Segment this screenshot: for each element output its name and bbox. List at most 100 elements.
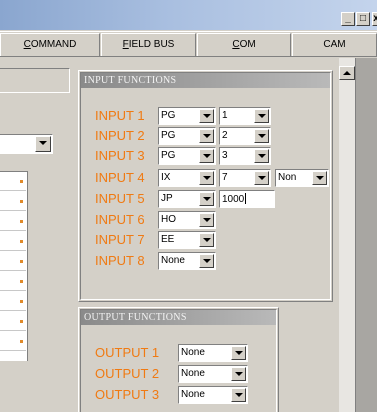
group-title: OUTPUT FUNCTIONS (81, 310, 276, 325)
marker-icon (20, 340, 23, 343)
input-2-function-select[interactable]: PG (158, 127, 216, 145)
list-item[interactable] (0, 272, 26, 291)
list-item[interactable] (0, 192, 26, 211)
input-7-function-select[interactable]: EE (158, 231, 216, 249)
select-value: 3 (222, 150, 228, 161)
field-text: 1000 (222, 194, 245, 205)
list-item[interactable] (0, 212, 26, 231)
chevron-down-icon[interactable] (199, 149, 214, 163)
group-title: INPUT FUNCTIONS (81, 73, 330, 88)
chevron-down-icon[interactable] (254, 109, 269, 123)
chevron-down-icon[interactable] (231, 388, 246, 402)
list-item[interactable] (0, 172, 26, 191)
maximize-icon: □ (359, 13, 367, 24)
marker-icon (20, 200, 23, 203)
select-value: None (161, 255, 185, 266)
input-5-value-field[interactable]: 1000 (219, 190, 275, 208)
tab-accel: C (232, 39, 240, 50)
input-8-function-select[interactable]: None (158, 252, 216, 270)
list-item[interactable] (0, 332, 26, 351)
chevron-down-icon[interactable] (254, 129, 269, 143)
output-3-function-select[interactable]: None (178, 386, 248, 404)
close-icon: x (373, 13, 377, 24)
input-6-label: INPUT 6 (95, 212, 145, 227)
chevron-down-icon[interactable] (254, 171, 269, 185)
right-background (356, 58, 377, 412)
field-value: 1000 (222, 193, 247, 206)
input-3-function-select[interactable]: PG (158, 147, 216, 165)
left-dropdown[interactable] (0, 134, 53, 154)
output-2-function-select[interactable]: None (178, 365, 248, 383)
chevron-down-icon[interactable] (199, 129, 214, 143)
input-4-extra-select[interactable]: Non (275, 169, 329, 187)
output-3-label: OUTPUT 3 (95, 387, 160, 402)
chevron-down-icon[interactable] (199, 192, 214, 206)
marker-icon (20, 180, 23, 183)
chevron-down-icon[interactable] (199, 233, 214, 247)
left-header-box (0, 68, 70, 93)
tab-strip: COMMAND FIELD BUS COM CAM (0, 31, 377, 57)
minimize-button[interactable]: _ (341, 12, 355, 26)
chevron-down-icon[interactable] (199, 213, 214, 227)
input-7-label: INPUT 7 (95, 232, 145, 247)
input-2-param-select[interactable]: 2 (219, 127, 271, 145)
scroll-up-icon[interactable] (339, 66, 355, 80)
output-1-label: OUTPUT 1 (95, 345, 160, 360)
input-3-label: INPUT 3 (95, 148, 145, 163)
select-value: PG (161, 110, 176, 121)
input-4-param-select[interactable]: 7 (219, 169, 271, 187)
select-value: 7 (222, 172, 228, 183)
marker-icon (20, 220, 23, 223)
input-5-function-select[interactable]: JP (158, 190, 216, 208)
chevron-down-icon[interactable] (35, 136, 51, 152)
select-value: Non (278, 172, 297, 183)
marker-icon (20, 300, 23, 303)
tab-command[interactable]: COMMAND (0, 33, 100, 56)
marker-icon (20, 320, 23, 323)
tab-com[interactable]: COM (197, 33, 291, 56)
chevron-down-icon[interactable] (231, 346, 246, 360)
list-item[interactable] (0, 252, 26, 271)
select-value: HO (161, 214, 176, 225)
chevron-down-icon[interactable] (199, 254, 214, 268)
left-list (0, 171, 28, 361)
maximize-button[interactable]: □ (356, 12, 370, 26)
list-item[interactable] (0, 232, 26, 251)
chevron-down-icon[interactable] (231, 367, 246, 381)
tab-field-bus[interactable]: FIELD BUS (101, 33, 196, 56)
tab-label: OMMAND (30, 39, 77, 50)
input-8-label: INPUT 8 (95, 253, 145, 268)
window-title-bar: _ □ x (0, 0, 377, 30)
input-4-label: INPUT 4 (95, 170, 145, 185)
select-value: None (181, 389, 205, 400)
input-1-function-select[interactable]: PG (158, 107, 216, 125)
marker-icon (20, 260, 23, 263)
select-value: JP (161, 193, 173, 204)
chevron-down-icon[interactable] (199, 171, 214, 185)
list-item[interactable] (0, 312, 26, 331)
chevron-down-icon[interactable] (199, 109, 214, 123)
chevron-down-icon[interactable] (254, 149, 269, 163)
marker-icon (20, 280, 23, 283)
input-1-param-select[interactable]: 1 (219, 107, 271, 125)
output-1-function-select[interactable]: None (178, 344, 248, 362)
input-6-function-select[interactable]: HO (158, 211, 216, 229)
chevron-down-icon[interactable] (312, 171, 327, 185)
tab-cam[interactable]: CAM (292, 33, 377, 56)
close-button[interactable]: x (372, 12, 377, 26)
select-value: PG (161, 150, 176, 161)
input-4-function-select[interactable]: IX (158, 169, 216, 187)
input-3-param-select[interactable]: 3 (219, 147, 271, 165)
marker-icon (20, 240, 23, 243)
input-2-label: INPUT 2 (95, 128, 145, 143)
tab-label: IELD BUS (128, 39, 175, 50)
list-item[interactable] (0, 292, 26, 311)
vertical-scrollbar[interactable] (339, 58, 355, 412)
output-2-label: OUTPUT 2 (95, 366, 160, 381)
text-caret (245, 193, 247, 204)
tab-label: OM (239, 39, 256, 50)
minimize-icon: _ (345, 13, 351, 24)
select-value: EE (161, 234, 175, 245)
select-value: 1 (222, 110, 228, 121)
select-value: 2 (222, 130, 228, 141)
